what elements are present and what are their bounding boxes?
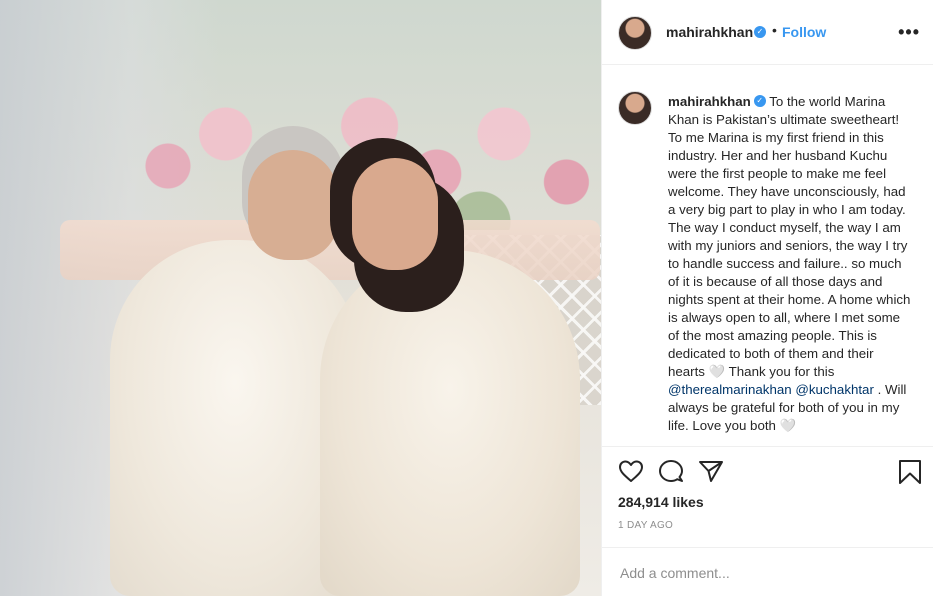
share-icon[interactable]	[698, 459, 724, 488]
separator-dot: •	[772, 22, 777, 38]
post-photo[interactable]	[0, 0, 601, 596]
heart-icon[interactable]	[618, 459, 644, 488]
mention-link[interactable]: @kuchakhtar	[795, 382, 874, 397]
caption-section[interactable]: mahirahkhan ✓ To the world Marina Khan is…	[602, 65, 933, 445]
post-actions: 284,914 likes 1 DAY AGO	[602, 446, 933, 587]
mention-link[interactable]: @therealmarinakhan	[668, 382, 792, 397]
post-header: mahirahkhan ✓ • Follow •••	[602, 0, 933, 65]
photo-person-left-head	[248, 150, 338, 260]
photo-person-right	[320, 250, 580, 596]
bookmark-icon[interactable]	[898, 459, 922, 490]
caption-text: mahirahkhan ✓ To the world Marina Khan is…	[668, 93, 913, 435]
photo-person-right-head	[352, 158, 438, 270]
avatar[interactable]	[618, 16, 652, 50]
post-details-panel: mahirahkhan ✓ • Follow ••• mahirahkhan ✓ …	[601, 0, 933, 596]
comment-icon[interactable]	[658, 459, 684, 488]
caption-body: To the world Marina Khan is Pakistan’s u…	[668, 94, 911, 379]
comment-input[interactable]	[618, 560, 912, 586]
more-options-button[interactable]: •••	[898, 22, 920, 43]
caption-avatar[interactable]	[618, 91, 652, 125]
verified-badge-icon: ✓	[754, 26, 766, 38]
post-timestamp[interactable]: 1 DAY AGO	[618, 520, 673, 531]
likes-count[interactable]: 284,914 likes	[618, 494, 704, 510]
caption-verified-badge-icon: ✓	[753, 95, 766, 108]
add-comment-box	[602, 547, 933, 598]
caption-username[interactable]: mahirahkhan	[668, 94, 751, 109]
header-username[interactable]: mahirahkhan	[666, 24, 753, 40]
follow-button[interactable]: Follow	[782, 24, 826, 40]
